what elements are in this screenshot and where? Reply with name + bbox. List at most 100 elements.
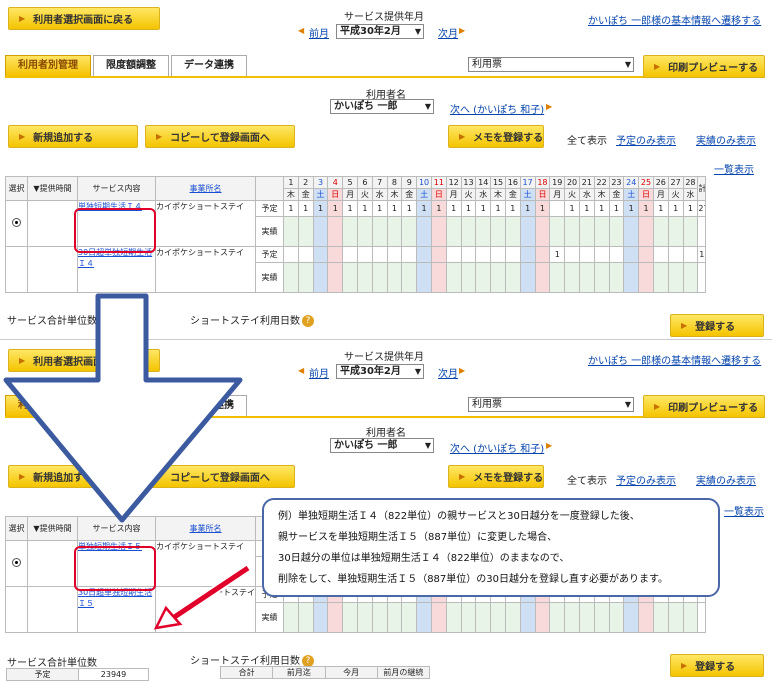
- day-cell[interactable]: [623, 216, 640, 247]
- day-cell[interactable]: [460, 216, 477, 247]
- next-user-link[interactable]: 次へ (かいぽち 和子): [450, 440, 544, 455]
- day-cell[interactable]: 1: [578, 199, 595, 218]
- day-cell[interactable]: [534, 245, 551, 264]
- day-cell[interactable]: 1: [327, 199, 344, 218]
- day-cell[interactable]: 1: [416, 199, 432, 218]
- day-cell[interactable]: [356, 262, 373, 293]
- next-user-link[interactable]: 次へ (かいぽち 和子): [450, 101, 544, 116]
- day-cell[interactable]: [283, 602, 299, 633]
- day-cell[interactable]: 1: [519, 199, 536, 218]
- day-cell[interactable]: [623, 602, 640, 633]
- day-cell[interactable]: 1: [401, 199, 418, 218]
- show-plan-link[interactable]: 予定のみ表示: [616, 132, 676, 147]
- day-cell[interactable]: [416, 262, 432, 293]
- day-cell[interactable]: [652, 602, 669, 633]
- day-cell[interactable]: [608, 216, 625, 247]
- service-link[interactable]: 30日超単独短期生活Ｉ５: [79, 588, 153, 608]
- day-cell[interactable]: 1: [356, 199, 373, 218]
- day-cell[interactable]: [475, 602, 492, 633]
- day-cell[interactable]: [504, 245, 521, 264]
- day-cell[interactable]: [578, 602, 595, 633]
- day-cell[interactable]: [356, 245, 373, 264]
- day-cell[interactable]: [490, 602, 506, 633]
- day-cell[interactable]: [682, 262, 699, 293]
- day-cell[interactable]: [312, 602, 329, 633]
- show-plan-link[interactable]: 予定のみ表示: [616, 472, 676, 487]
- help-icon[interactable]: ?: [302, 315, 314, 327]
- day-cell[interactable]: [578, 245, 595, 264]
- day-cell[interactable]: [297, 602, 314, 633]
- day-cell[interactable]: 1: [430, 199, 447, 218]
- radio-selected[interactable]: [12, 558, 21, 567]
- day-cell[interactable]: [578, 262, 595, 293]
- day-cell[interactable]: [371, 216, 388, 247]
- day-cell[interactable]: 1: [549, 245, 566, 264]
- day-cell[interactable]: 1: [652, 199, 669, 218]
- day-cell[interactable]: [312, 262, 329, 293]
- day-cell[interactable]: [297, 262, 314, 293]
- day-cell[interactable]: 1: [445, 199, 462, 218]
- day-cell[interactable]: [652, 216, 669, 247]
- day-cell[interactable]: [549, 216, 566, 247]
- day-cell[interactable]: [490, 262, 506, 293]
- basic-info-link[interactable]: かいぽち 一郎様の基本情報へ遷移する: [588, 352, 761, 367]
- day-cell[interactable]: [682, 245, 699, 264]
- day-cell[interactable]: [283, 245, 299, 264]
- day-cell[interactable]: [342, 216, 358, 247]
- month-select[interactable]: 平成30年2月 ▼: [336, 364, 424, 379]
- col-time-header[interactable]: ▼提供時間: [27, 176, 78, 201]
- day-cell[interactable]: [475, 216, 492, 247]
- day-cell[interactable]: [682, 602, 699, 633]
- tab-user-management[interactable]: 利用者別管理: [5, 55, 91, 76]
- print-preview-button[interactable]: ▶ 印刷プレビューする: [643, 55, 765, 78]
- day-cell[interactable]: [327, 245, 344, 264]
- day-cell[interactable]: [445, 216, 462, 247]
- user-select[interactable]: かいぽち 一郎 ▼: [330, 438, 434, 453]
- print-preview-button[interactable]: ▶ 印刷プレビューする: [643, 395, 765, 418]
- day-cell[interactable]: [578, 216, 595, 247]
- day-cell[interactable]: [386, 216, 403, 247]
- day-cell[interactable]: 1: [371, 199, 388, 218]
- user-select[interactable]: かいぽち 一郎 ▼: [330, 99, 434, 114]
- memo-button[interactable]: ▶ メモを登録する: [448, 125, 544, 148]
- day-cell[interactable]: 1: [593, 199, 610, 218]
- day-cell[interactable]: [312, 245, 329, 264]
- day-cell[interactable]: [371, 245, 388, 264]
- day-cell[interactable]: [519, 216, 536, 247]
- day-cell[interactable]: [564, 216, 580, 247]
- day-cell[interactable]: [475, 245, 492, 264]
- day-cell[interactable]: [297, 216, 314, 247]
- day-cell[interactable]: [401, 216, 418, 247]
- day-cell[interactable]: [549, 602, 566, 633]
- row-select-cell[interactable]: [5, 540, 28, 587]
- day-cell[interactable]: [386, 602, 403, 633]
- day-cell[interactable]: [430, 216, 447, 247]
- day-cell[interactable]: [342, 602, 358, 633]
- day-cell[interactable]: [401, 262, 418, 293]
- list-view-link[interactable]: 一覧表示: [724, 503, 764, 518]
- day-cell[interactable]: [460, 262, 477, 293]
- day-cell[interactable]: 1: [342, 199, 358, 218]
- day-cell[interactable]: [356, 216, 373, 247]
- day-cell[interactable]: [445, 602, 462, 633]
- day-cell[interactable]: 1: [283, 199, 299, 218]
- day-cell[interactable]: [504, 262, 521, 293]
- radio-selected[interactable]: [12, 218, 21, 227]
- day-cell[interactable]: [564, 262, 580, 293]
- day-cell[interactable]: [490, 216, 506, 247]
- day-cell[interactable]: [667, 262, 684, 293]
- day-cell[interactable]: [386, 262, 403, 293]
- day-cell[interactable]: 1: [504, 199, 521, 218]
- day-cell[interactable]: [327, 216, 344, 247]
- day-cell[interactable]: [549, 262, 566, 293]
- day-cell[interactable]: 1: [534, 199, 551, 218]
- day-cell[interactable]: [667, 216, 684, 247]
- day-cell[interactable]: 1: [297, 199, 314, 218]
- day-cell[interactable]: [475, 262, 492, 293]
- basic-info-link[interactable]: かいぽち 一郎様の基本情報へ遷移する: [588, 12, 761, 27]
- day-cell[interactable]: [652, 245, 669, 264]
- day-cell[interactable]: [490, 245, 506, 264]
- day-cell[interactable]: [638, 602, 654, 633]
- day-cell[interactable]: [519, 245, 536, 264]
- day-cell[interactable]: [623, 245, 640, 264]
